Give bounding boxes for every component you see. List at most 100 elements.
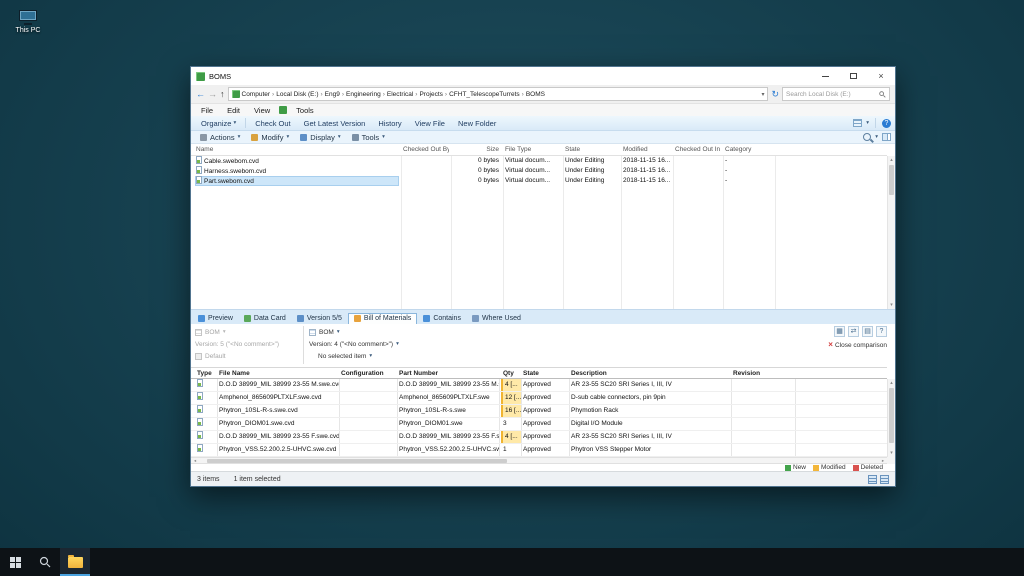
- column-header-checked-out-by[interactable]: Checked Out By: [403, 144, 449, 156]
- actions-menu[interactable]: Actions ▾: [195, 133, 245, 142]
- column-header-modified[interactable]: Modified: [623, 144, 671, 156]
- tab-contains[interactable]: Contains: [418, 314, 466, 324]
- desktop-icon-this-pc[interactable]: This PC: [2, 10, 54, 34]
- back-icon[interactable]: ←: [196, 89, 205, 99]
- bom-help-icon[interactable]: ?: [876, 326, 887, 337]
- breadcrumb-local-disk[interactable]: Local Disk (E:): [276, 91, 318, 98]
- pdm-menu-icon[interactable]: [279, 106, 288, 114]
- breadcrumb-cfht-telescopeturrets[interactable]: CFHT_TelescopeTurrets: [449, 91, 520, 98]
- bom-row[interactable]: Amphenol_865609PLTXLF.swe.cvd Amphenol_8…: [191, 392, 887, 405]
- search-box[interactable]: [782, 87, 890, 101]
- modify-menu[interactable]: Modify ▾: [246, 133, 294, 142]
- breadcrumb-projects[interactable]: Projects: [419, 91, 442, 98]
- view-file-button[interactable]: View File: [409, 118, 451, 129]
- file-list-scrollbar[interactable]: ▴ ▾: [887, 156, 895, 309]
- menu-tools[interactable]: Tools: [289, 106, 321, 115]
- scroll-up-icon[interactable]: ▴: [888, 156, 895, 164]
- column-header-checked-out-in[interactable]: Checked Out In: [675, 144, 721, 156]
- compare-icon[interactable]: ⇄: [848, 326, 859, 337]
- compare-bom-selector: BOM ▾: [195, 326, 301, 338]
- layout-grid-icon[interactable]: [868, 474, 877, 484]
- search-icon: [879, 90, 886, 98]
- bom-row[interactable]: D.O.D 38999_MIL 38999 23-55 M.swe.cvd D.…: [191, 379, 887, 392]
- close-button[interactable]: ×: [867, 67, 895, 85]
- cell-file-name: Phytron_10SL-R-s.swe.cvd: [219, 407, 298, 414]
- bom-scrollbar[interactable]: ▴ ▾: [887, 379, 895, 457]
- minimize-button[interactable]: [811, 67, 839, 85]
- file-row-cable[interactable]: Cable.swebom.cvd 0 bytes Virtual docum..…: [191, 156, 887, 166]
- column-header-category[interactable]: Category: [725, 144, 773, 156]
- column-header-name[interactable]: Name: [195, 144, 399, 156]
- scroll-down-icon[interactable]: ▾: [888, 449, 895, 457]
- organize-button[interactable]: Organize ▾: [195, 118, 242, 129]
- chevron-down-icon[interactable]: ▾: [866, 120, 869, 126]
- check-out-button[interactable]: Check Out: [249, 118, 296, 129]
- tab-bill-of-materials[interactable]: Bill of Materials: [347, 313, 418, 324]
- up-icon[interactable]: ↑: [220, 89, 225, 99]
- breadcrumb-boms[interactable]: BOMS: [526, 91, 545, 98]
- title-bar[interactable]: BOMS ×: [191, 67, 895, 85]
- zoom-icon[interactable]: [863, 133, 872, 141]
- scroll-up-icon[interactable]: ▴: [888, 379, 895, 387]
- version-selector[interactable]: Version: 4 ("<No comment>") ▾: [309, 338, 399, 350]
- pencil-icon: [251, 133, 259, 141]
- tab-where-used[interactable]: Where Used: [467, 314, 526, 324]
- help-icon[interactable]: ?: [882, 118, 891, 128]
- bom-row[interactable]: Phytron_VSS.52.200.2.5-UHVC.swe.cvd Phyt…: [191, 444, 887, 457]
- menu-file[interactable]: File: [194, 106, 220, 115]
- breadcrumb-engineering[interactable]: Engineering: [346, 91, 381, 98]
- selection-selector[interactable]: No selected item ▾: [309, 350, 399, 362]
- bom-table: Type File Name Configuration Part Number…: [191, 367, 895, 457]
- address-bar: ← → ↑ Computer › Local Disk (E:) › Eng9 › E…: [191, 85, 895, 104]
- get-latest-version-button[interactable]: Get Latest Version: [298, 118, 372, 129]
- menu-view[interactable]: View: [247, 106, 277, 115]
- chevron-right-icon: ›: [382, 90, 385, 98]
- change-view-icon[interactable]: [853, 119, 863, 127]
- forward-icon[interactable]: →: [208, 89, 217, 99]
- menu-edit[interactable]: Edit: [220, 106, 247, 115]
- scrollbar-thumb[interactable]: [207, 459, 507, 463]
- history-button[interactable]: History: [372, 118, 407, 129]
- search-input[interactable]: [786, 90, 877, 98]
- bom-grid-icon[interactable]: ▦: [834, 326, 845, 337]
- bom-row[interactable]: Phytron_10SL-R-s.swe.cvd Phytron_10SL-R-…: [191, 405, 887, 418]
- scroll-down-icon[interactable]: ▾: [888, 301, 895, 309]
- scrollbar-thumb[interactable]: [889, 165, 894, 195]
- cell-checked-out-by: [403, 176, 449, 186]
- bom-row[interactable]: Phytron_DIOM01.swe.cvd Phytron_DIOM01.sw…: [191, 418, 887, 431]
- start-button[interactable]: [0, 548, 30, 576]
- file-row-part-selected[interactable]: Part.swebom.cvd 0 bytes Virtual docum...…: [191, 176, 887, 186]
- maximize-button[interactable]: [839, 67, 867, 85]
- bom-horizontal-scrollbar[interactable]: ◂ ▸: [191, 457, 887, 464]
- column-header-file-type[interactable]: File Type: [505, 144, 561, 156]
- bom-row[interactable]: D.O.D 38999_MIL 38999 23-55 F.swe.cvd D.…: [191, 431, 887, 444]
- tab-preview[interactable]: Preview: [193, 314, 238, 324]
- tab-version[interactable]: Version 5/5: [292, 314, 347, 324]
- breadcrumb-eng9[interactable]: Eng9: [325, 91, 340, 98]
- chevron-down-icon[interactable]: ▾: [875, 134, 878, 140]
- row-view-icon[interactable]: ▤: [862, 326, 873, 337]
- cell-description: Phymotion Rack: [571, 407, 619, 414]
- scroll-left-icon[interactable]: ◂: [191, 458, 199, 464]
- display-menu[interactable]: Display ▾: [295, 133, 345, 142]
- tools-menu[interactable]: Tools ▾: [347, 133, 390, 142]
- breadcrumb-electrical[interactable]: Electrical: [387, 91, 413, 98]
- taskbar-search-button[interactable]: [30, 548, 60, 576]
- column-header-state[interactable]: State: [565, 144, 619, 156]
- close-comparison-button[interactable]: × Close comparison: [828, 341, 887, 349]
- menu-bar: File Edit View Tools: [191, 104, 895, 116]
- taskbar-file-explorer-button[interactable]: [60, 548, 90, 576]
- breadcrumb-dropdown-icon[interactable]: ▾: [761, 91, 764, 98]
- cell-configuration: [341, 379, 397, 391]
- panes-icon[interactable]: [882, 133, 891, 141]
- layout-list-icon[interactable]: [880, 474, 889, 484]
- refresh-icon[interactable]: ↻: [771, 89, 779, 100]
- bom-selector[interactable]: BOM ▾: [309, 326, 399, 338]
- column-header-size[interactable]: Size: [453, 144, 499, 156]
- file-row-harness[interactable]: Harness.swebom.cvd 0 bytes Virtual docum…: [191, 166, 887, 176]
- scrollbar-thumb[interactable]: [889, 388, 894, 443]
- tab-data-card[interactable]: Data Card: [239, 314, 291, 324]
- selection-count: 1 item selected: [233, 475, 281, 483]
- new-folder-button[interactable]: New Folder: [452, 118, 502, 129]
- breadcrumb-computer[interactable]: Computer: [242, 91, 271, 98]
